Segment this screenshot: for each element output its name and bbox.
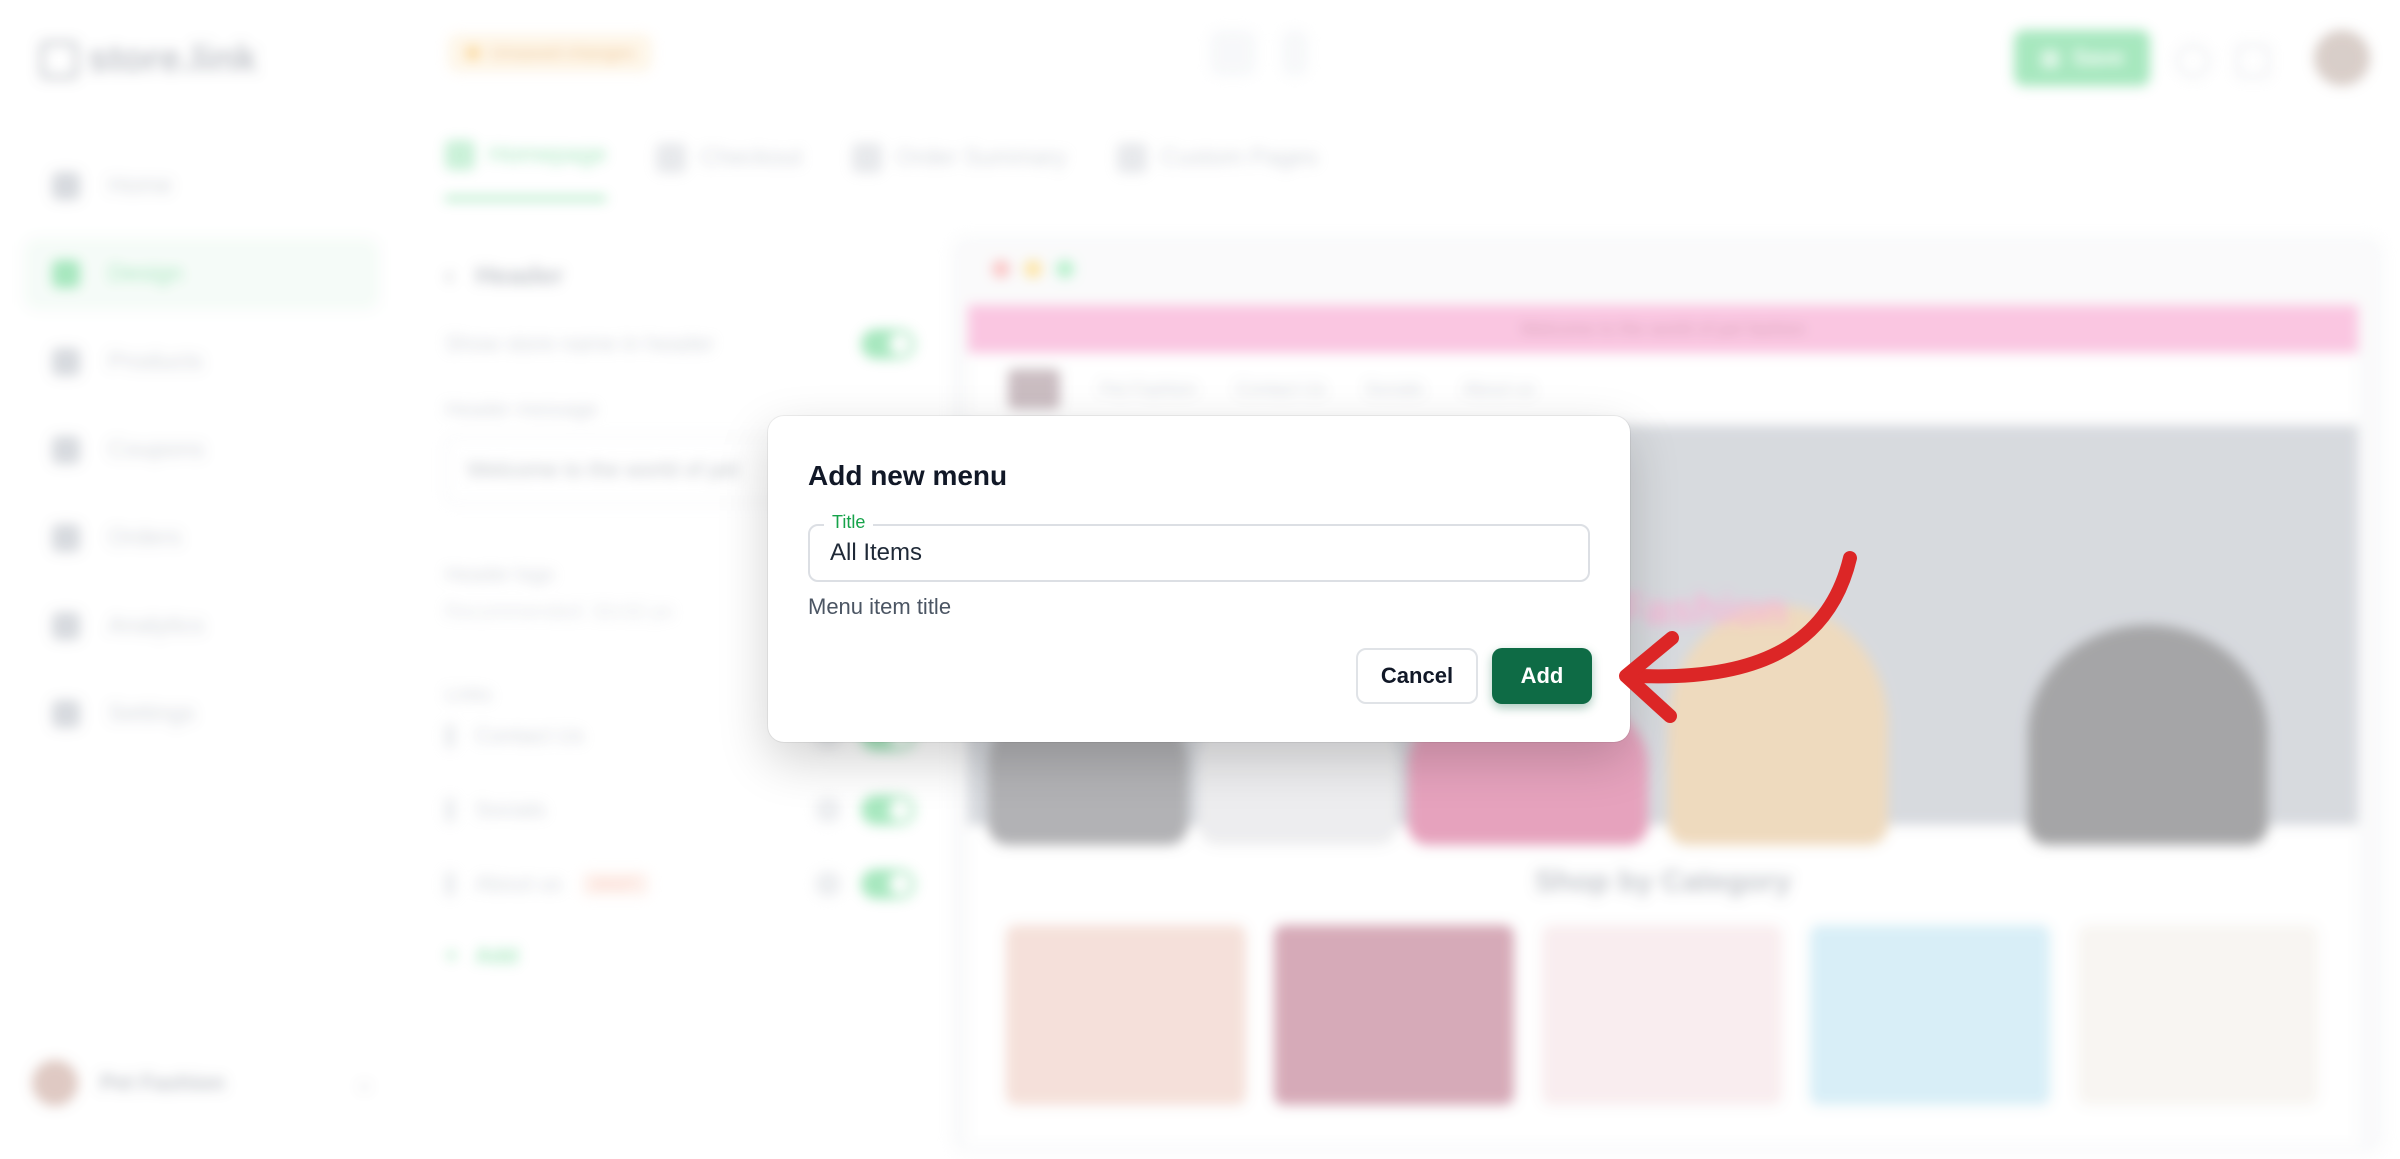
dialog-title: Add new menu xyxy=(808,460,1008,491)
add-button[interactable]: Add xyxy=(1492,648,1592,704)
cancel-button[interactable]: Cancel xyxy=(1356,648,1478,704)
title-field: Title xyxy=(808,512,1590,582)
title-input[interactable] xyxy=(810,526,1588,580)
add-menu-dialog: Add new menu Title Menu item title Cance… xyxy=(768,416,1630,742)
annotation-arrow-icon xyxy=(1619,551,1857,723)
helper-text: Menu item title xyxy=(808,594,952,619)
